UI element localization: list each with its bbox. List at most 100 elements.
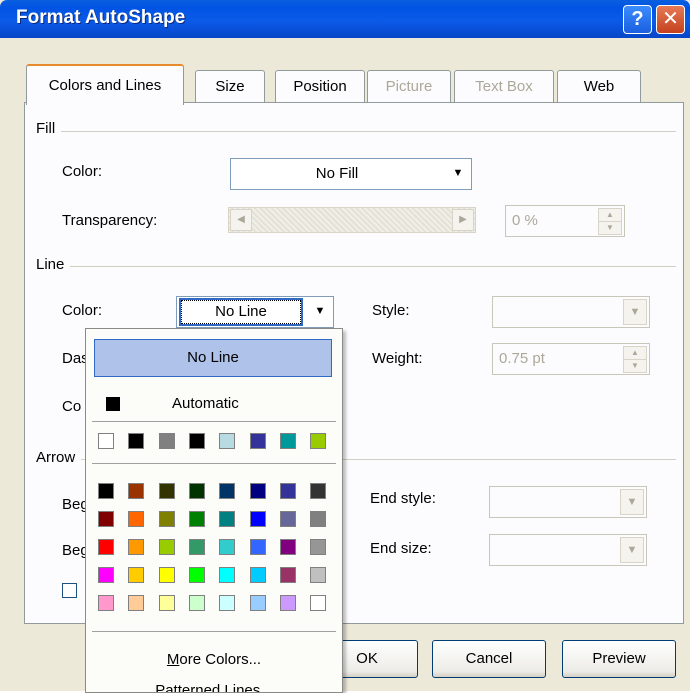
palette-color-swatch[interactable] [310,511,327,527]
palette-color-swatch[interactable] [128,567,145,583]
chevron-down-icon[interactable]: ▼ [620,489,644,515]
chevron-down-icon[interactable]: ▼ [309,299,331,323]
tab-web[interactable]: Web [557,70,641,103]
spin-up-icon[interactable]: ▲ [623,346,647,360]
palette-color-swatch[interactable] [158,511,175,527]
spin-up-icon[interactable]: ▲ [598,208,622,222]
palette-color-swatch[interactable] [219,539,236,555]
palette-color-swatch[interactable] [219,483,236,499]
tab-colors-and-lines[interactable]: Colors and Lines [26,64,184,105]
palette-color-swatch[interactable] [98,511,114,527]
palette-color-swatch[interactable] [249,595,266,611]
chevron-down-icon[interactable]: ▼ [620,537,644,563]
palette-color-swatch[interactable] [219,595,236,611]
tab-text-box[interactable]: Text Box [454,70,554,103]
recent-color-swatch[interactable] [219,433,236,449]
palette-color-swatch[interactable] [188,511,205,527]
palette-color-swatch[interactable] [188,567,205,583]
transparency-spinner[interactable]: 0 % ▲ ▼ [505,205,625,237]
more-colors-label: ore Colors... [179,651,262,668]
line-color-popup: No Line Automatic More Colors... Pattern… [85,328,343,693]
line-divider [36,266,676,267]
palette-color-swatch[interactable] [279,595,296,611]
recent-color-swatch[interactable] [279,433,296,449]
recent-color-swatch[interactable] [310,433,327,449]
close-button[interactable]: ✕ [656,5,685,34]
palette-color-swatch[interactable] [188,483,205,499]
palette-color-swatch[interactable] [128,483,145,499]
tab-picture[interactable]: Picture [367,70,451,103]
fill-color-dropdown[interactable]: No Fill ▼ [230,158,472,190]
spin-down-icon[interactable]: ▼ [623,359,647,373]
help-button[interactable]: ? [623,5,652,34]
palette-color-swatch[interactable] [128,539,145,555]
popup-divider [92,631,336,632]
tab-position[interactable]: Position [275,70,365,103]
chevron-down-icon[interactable]: ▼ [447,161,469,185]
palette-color-swatch[interactable] [249,567,266,583]
patterned-lines-option[interactable]: Patterned Lines... [86,682,342,692]
recent-color-swatch[interactable] [249,433,266,449]
chevron-left-icon[interactable]: ◀ [230,209,252,231]
recent-color-swatch[interactable] [98,433,114,449]
palette-color-swatch[interactable] [128,511,145,527]
fill-section-title: Fill [36,120,62,137]
line-style-dropdown[interactable]: ▼ [492,296,650,328]
palette-color-swatch[interactable] [219,567,236,583]
palette-color-swatch[interactable] [188,539,205,555]
line-weight-spinner[interactable]: 0.75 pt ▲ ▼ [492,343,650,375]
arrows-section-title: Arrow [36,449,82,466]
title-bar[interactable]: Format AutoShape ? ✕ [0,0,690,38]
palette-color-swatch[interactable] [279,511,296,527]
palette-color-swatch[interactable] [158,595,175,611]
palette-color-swatch[interactable] [310,567,327,583]
fill-divider [36,131,676,132]
no-line-option[interactable]: No Line [94,339,332,377]
palette-color-swatch[interactable] [279,483,296,499]
palette-color-swatch[interactable] [279,539,296,555]
popup-divider [92,421,336,422]
palette-color-swatch[interactable] [158,539,175,555]
end-size-dropdown[interactable]: ▼ [489,534,647,566]
palette-color-swatch[interactable] [310,483,327,499]
palette-color-swatch[interactable] [98,483,114,499]
line-color-dropdown[interactable]: No Line ▼ [176,296,334,328]
palette-color-swatch[interactable] [98,595,114,611]
recent-color-swatch[interactable] [128,433,145,449]
palette-color-swatch[interactable] [128,595,145,611]
chevron-right-icon[interactable]: ▶ [452,209,474,231]
palette-color-swatch[interactable] [310,539,327,555]
line-color-value: No Line [179,298,303,326]
preview-button[interactable]: Preview [562,640,676,678]
palette-color-swatch[interactable] [249,483,266,499]
end-style-dropdown[interactable]: ▼ [489,486,647,518]
line-weight-value: 0.75 pt [499,350,545,367]
spin-down-icon[interactable]: ▼ [598,221,622,235]
recent-color-swatch[interactable] [188,433,205,449]
transparency-value: 0 % [512,212,538,229]
automatic-option[interactable]: Automatic [172,395,239,412]
automatic-color-swatch[interactable] [106,397,120,411]
palette-color-swatch[interactable] [188,595,205,611]
style-label: Style: [372,302,410,319]
palette-color-swatch[interactable] [279,567,296,583]
connector-label: Co [62,398,82,415]
palette-color-swatch[interactable] [98,567,114,583]
palette-color-swatch[interactable] [158,483,175,499]
palette-color-swatch[interactable] [310,595,327,611]
transparency-label: Transparency: [62,212,158,229]
more-colors-option[interactable]: More Colors... [86,651,342,668]
palette-color-swatch[interactable] [158,567,175,583]
transparency-slider[interactable]: ◀ ▶ [228,207,476,233]
tab-size[interactable]: Size [195,70,265,103]
palette-color-swatch[interactable] [219,511,236,527]
palette-color-swatch[interactable] [249,539,266,555]
default-for-new-objects-checkbox[interactable] [62,583,77,598]
palette-color-swatch[interactable] [98,539,114,555]
chevron-down-icon[interactable]: ▼ [623,299,647,325]
cancel-button[interactable]: Cancel [432,640,546,678]
palette-color-swatch[interactable] [249,511,266,527]
recent-color-swatch[interactable] [158,433,175,449]
fill-color-value: No Fill [315,165,359,182]
weight-label: Weight: [372,350,423,367]
